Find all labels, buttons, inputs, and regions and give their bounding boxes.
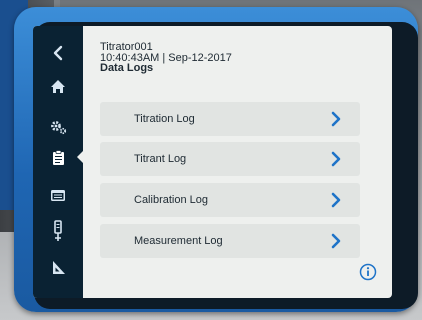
menu-item-label: Titrant Log: [134, 153, 187, 165]
electrode-button[interactable]: [33, 216, 83, 246]
settings-button[interactable]: [33, 112, 83, 142]
menu-item-titration-log[interactable]: Titration Log: [100, 102, 360, 136]
device-name: Titrator001: [100, 41, 153, 53]
chevron-right-icon: [331, 111, 341, 127]
back-button[interactable]: [33, 38, 83, 68]
tools-button[interactable]: [33, 252, 83, 282]
info-icon[interactable]: [359, 263, 377, 281]
electrode-probe-icon: [54, 220, 62, 241]
menu-item-measurement-log[interactable]: Measurement Log: [100, 224, 360, 258]
clipboard-icon: [52, 150, 64, 165]
menu-item-calibration-log[interactable]: Calibration Log: [100, 183, 360, 217]
main-content: Titrator001 10:40:43AM | Sep-12-2017 Dat…: [83, 26, 392, 298]
data-logs-button[interactable]: [33, 143, 83, 173]
back-chevron-icon: [53, 45, 63, 61]
home-icon: [51, 79, 65, 93]
menu-item-titrant-log[interactable]: Titrant Log: [100, 142, 360, 176]
menu-item-label: Calibration Log: [134, 194, 208, 206]
calendar-icon: [51, 190, 65, 201]
status-header: Titrator001 10:40:43AM | Sep-12-2017 Dat…: [100, 42, 232, 74]
page-title: Data Logs: [100, 62, 154, 74]
home-button[interactable]: [33, 71, 83, 101]
touchscreen: Titrator001 10:40:43AM | Sep-12-2017 Dat…: [33, 26, 392, 298]
calendar-button[interactable]: [33, 180, 83, 210]
chevron-right-icon: [331, 233, 341, 249]
menu-item-label: Measurement Log: [134, 235, 223, 247]
menu-item-label: Titration Log: [134, 113, 195, 125]
chevron-right-icon: [331, 151, 341, 167]
photo-scene: Titrator001 10:40:43AM | Sep-12-2017 Dat…: [0, 0, 422, 320]
settings-gears-icon: [50, 120, 66, 134]
triangle-ruler-icon: [52, 260, 65, 274]
chevron-right-icon: [331, 192, 341, 208]
sidebar: [33, 26, 83, 298]
